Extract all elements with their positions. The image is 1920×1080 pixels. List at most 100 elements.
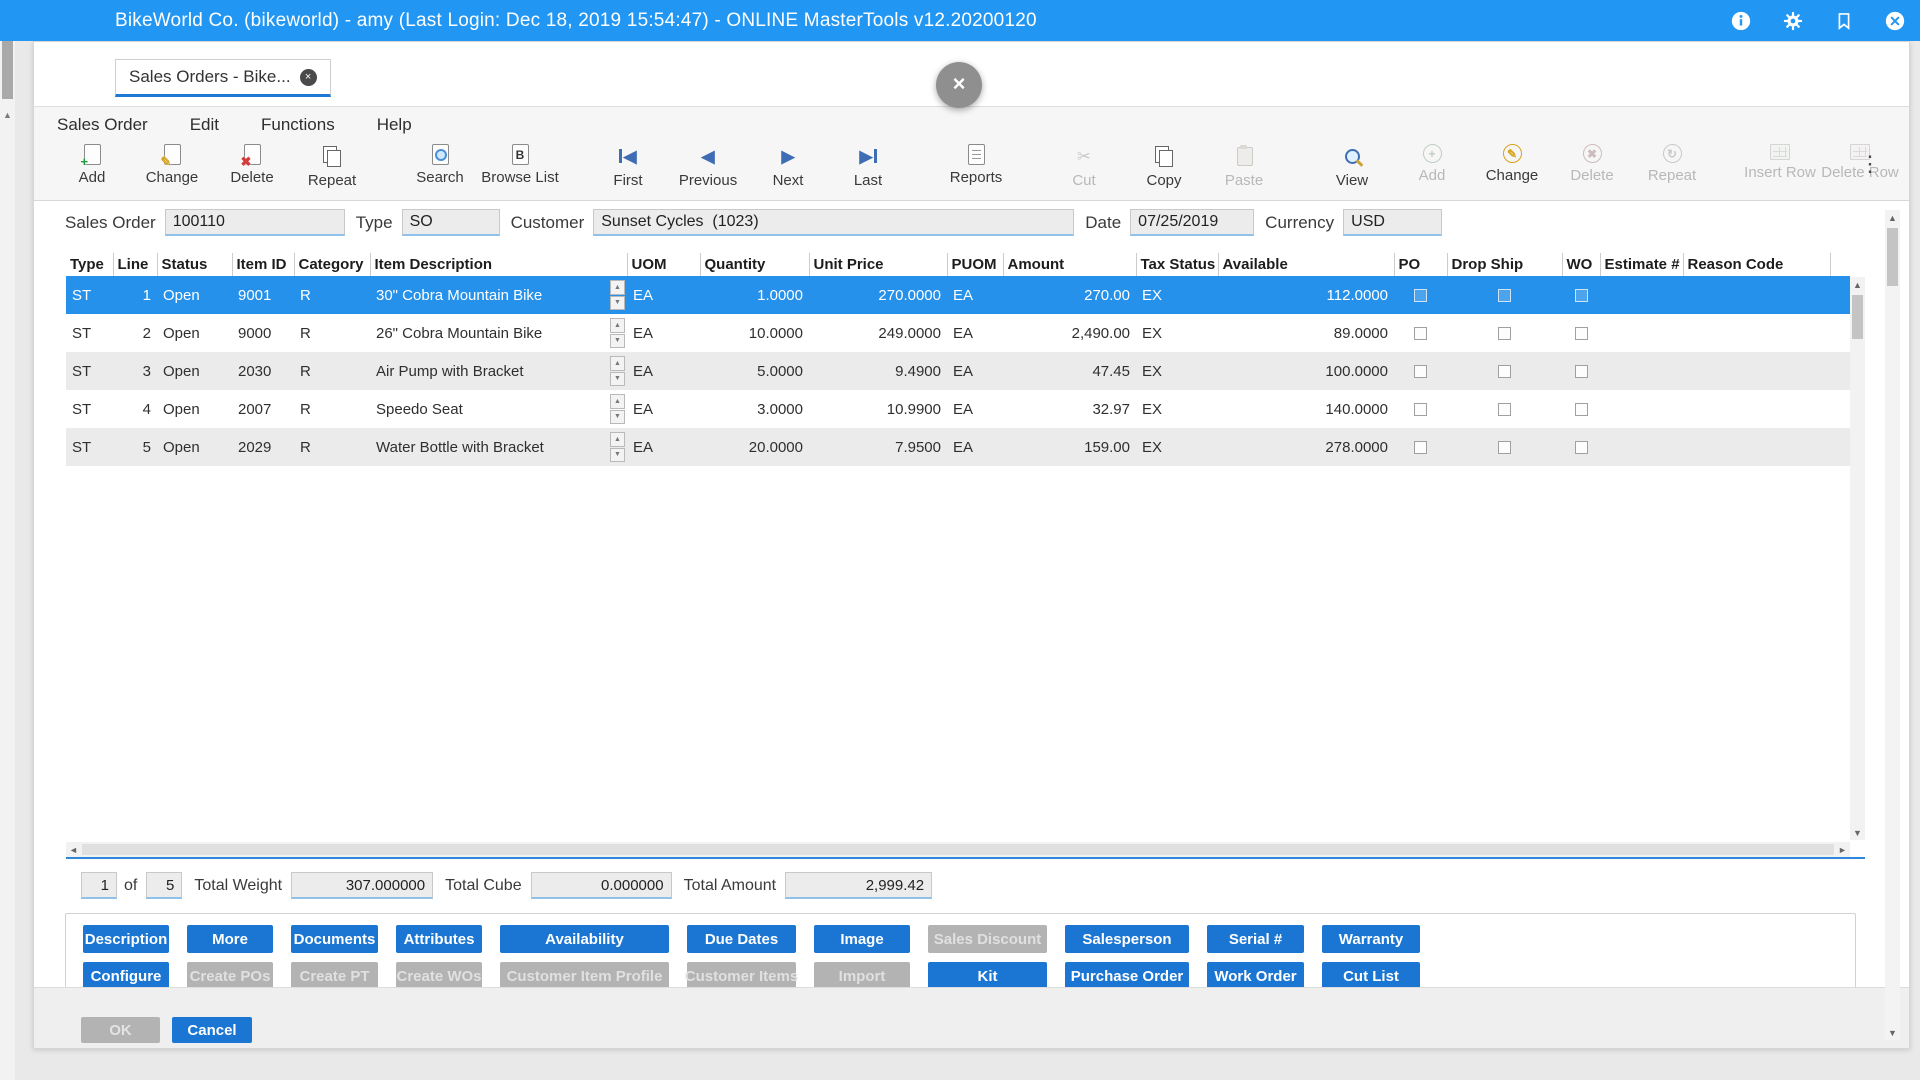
spinner-down-icon[interactable] — [610, 448, 625, 463]
spinner-up-icon[interactable] — [610, 280, 625, 295]
spinner-up-icon[interactable] — [610, 394, 625, 409]
po-checkbox[interactable] — [1414, 289, 1427, 302]
button-description[interactable]: Description — [83, 925, 169, 953]
button-availability[interactable]: Availability — [500, 925, 669, 953]
toolbar-view[interactable]: View — [1324, 144, 1380, 189]
customer-input[interactable] — [593, 209, 1074, 236]
grid-scroll-left-icon[interactable]: ◄ — [66, 842, 81, 857]
line-count-field[interactable] — [146, 872, 182, 899]
menu-help[interactable]: Help — [356, 115, 433, 135]
menu-sales-order[interactable]: Sales Order — [36, 115, 169, 135]
close-window-icon[interactable] — [1884, 10, 1906, 32]
drop_ship-checkbox[interactable] — [1498, 365, 1511, 378]
column-header-unit-price[interactable]: Unit Price — [809, 253, 947, 276]
column-header-type[interactable]: Type — [66, 253, 113, 276]
button-image[interactable]: Image — [814, 925, 910, 953]
toolbar-browse-list[interactable]: BBrowse List — [492, 144, 548, 186]
column-header-line[interactable]: Line — [113, 253, 157, 276]
drop_ship-checkbox[interactable] — [1498, 403, 1511, 416]
currency-input[interactable] — [1343, 209, 1442, 236]
tab-close-icon[interactable] — [300, 69, 317, 86]
spinner-up-icon[interactable] — [610, 318, 625, 333]
wo-checkbox[interactable] — [1575, 327, 1588, 340]
table-row-5[interactable]: ST5Open2029RWater Bottle with BracketEA2… — [66, 428, 1850, 466]
page-left-scrollbar[interactable]: ▲ — [0, 41, 15, 1080]
button-work-order[interactable]: Work Order — [1207, 962, 1304, 990]
type-input[interactable] — [402, 209, 500, 236]
left-scrollbar-thumb[interactable] — [2, 41, 13, 99]
button-documents[interactable]: Documents — [291, 925, 378, 953]
total-cube-field[interactable] — [531, 872, 672, 899]
button-salesperson[interactable]: Salesperson — [1065, 925, 1189, 953]
total-weight-field[interactable] — [291, 872, 433, 899]
toolbar-next[interactable]: ▶Next — [760, 144, 816, 189]
column-header-reason-code[interactable]: Reason Code — [1683, 253, 1830, 276]
sales-order-input[interactable] — [165, 209, 345, 236]
toolbar-previous[interactable]: ◀Previous — [680, 144, 736, 189]
drop_ship-checkbox[interactable] — [1498, 327, 1511, 340]
column-header-available[interactable]: Available — [1218, 253, 1394, 276]
wo-checkbox[interactable] — [1575, 365, 1588, 378]
column-header-item-description[interactable]: Item Description — [370, 253, 627, 276]
menu-edit[interactable]: Edit — [169, 115, 240, 135]
spinner-up-icon[interactable] — [610, 356, 625, 371]
button-configure[interactable]: Configure — [83, 962, 169, 990]
toolbar-change[interactable]: ✎Change — [144, 144, 200, 186]
table-row-1[interactable]: ST1Open9001R30" Cobra Mountain BikeEA1.0… — [66, 276, 1850, 314]
button-serial[interactable]: Serial # — [1207, 925, 1304, 953]
button-warranty[interactable]: Warranty — [1322, 925, 1420, 953]
spinner-down-icon[interactable] — [610, 296, 625, 311]
total-amount-field[interactable] — [785, 872, 932, 899]
po-checkbox[interactable] — [1414, 403, 1427, 416]
toolbar-repeat[interactable]: Repeat — [304, 144, 360, 189]
current-line-field[interactable] — [81, 872, 117, 899]
spinner-down-icon[interactable] — [610, 334, 625, 349]
button-cut-list[interactable]: Cut List — [1322, 962, 1420, 990]
window-vscroll-thumb[interactable] — [1887, 228, 1898, 286]
drop_ship-checkbox[interactable] — [1498, 441, 1511, 454]
window-scroll-down-icon[interactable]: ▼ — [1885, 1025, 1900, 1040]
grid-scroll-down-icon[interactable]: ▼ — [1850, 825, 1865, 840]
column-header-po[interactable]: PO — [1394, 253, 1447, 276]
left-scrollbar-up-arrow-icon[interactable]: ▲ — [0, 107, 15, 123]
po-checkbox[interactable] — [1414, 441, 1427, 454]
toolbar-copy[interactable]: Copy — [1136, 144, 1192, 189]
settings-gear-icon[interactable] — [1782, 10, 1804, 32]
window-scroll-up-icon[interactable]: ▲ — [1885, 210, 1900, 225]
po-checkbox[interactable] — [1414, 365, 1427, 378]
wo-checkbox[interactable] — [1575, 289, 1588, 302]
column-header-quantity[interactable]: Quantity — [700, 253, 809, 276]
table-row-4[interactable]: ST4Open2007RSpeedo SeatEA3.000010.9900EA… — [66, 390, 1850, 428]
grid-scroll-up-icon[interactable]: ▲ — [1850, 277, 1865, 292]
info-icon[interactable] — [1730, 10, 1752, 32]
column-header-estimate[interactable]: Estimate # — [1600, 253, 1683, 276]
toolbar-reports[interactable]: Reports — [948, 144, 1004, 186]
wo-checkbox[interactable] — [1575, 441, 1588, 454]
toolbar-search[interactable]: Search — [412, 144, 468, 186]
column-header-tax-status[interactable]: Tax Status — [1136, 253, 1218, 276]
spinner-up-icon[interactable] — [610, 432, 625, 447]
toolbar-delete[interactable]: ✖Delete — [224, 144, 280, 186]
floating-close-button[interactable] — [936, 62, 982, 108]
grid-vscroll-thumb[interactable] — [1852, 295, 1863, 339]
grid-hscroll-thumb[interactable] — [82, 844, 1834, 855]
table-row-2[interactable]: ST2Open9000R26" Cobra Mountain BikeEA10.… — [66, 314, 1850, 352]
cancel-button[interactable]: Cancel — [172, 1017, 252, 1043]
column-header-wo[interactable]: WO — [1562, 253, 1600, 276]
toolbar-change[interactable]: ✎Change — [1484, 144, 1540, 184]
toolbar-last[interactable]: ▶Last — [840, 144, 896, 189]
grid-scroll-right-icon[interactable]: ► — [1835, 842, 1850, 857]
date-input[interactable] — [1130, 209, 1254, 236]
tab-sales-orders[interactable]: Sales Orders - Bike... — [115, 59, 331, 97]
column-header-item-id[interactable]: Item ID — [232, 253, 294, 276]
column-header-amount[interactable]: Amount — [1003, 253, 1136, 276]
bookmark-icon[interactable] — [1834, 10, 1854, 32]
po-checkbox[interactable] — [1414, 327, 1427, 340]
toolbar-add[interactable]: +Add — [64, 144, 120, 186]
toolbar-overflow-kebab-icon[interactable] — [1859, 151, 1881, 177]
spinner-down-icon[interactable] — [610, 372, 625, 387]
button-purchase-order[interactable]: Purchase Order — [1065, 962, 1189, 990]
menu-functions[interactable]: Functions — [240, 115, 356, 135]
column-header-puom[interactable]: PUOM — [947, 253, 1003, 276]
column-header-status[interactable]: Status — [157, 253, 232, 276]
